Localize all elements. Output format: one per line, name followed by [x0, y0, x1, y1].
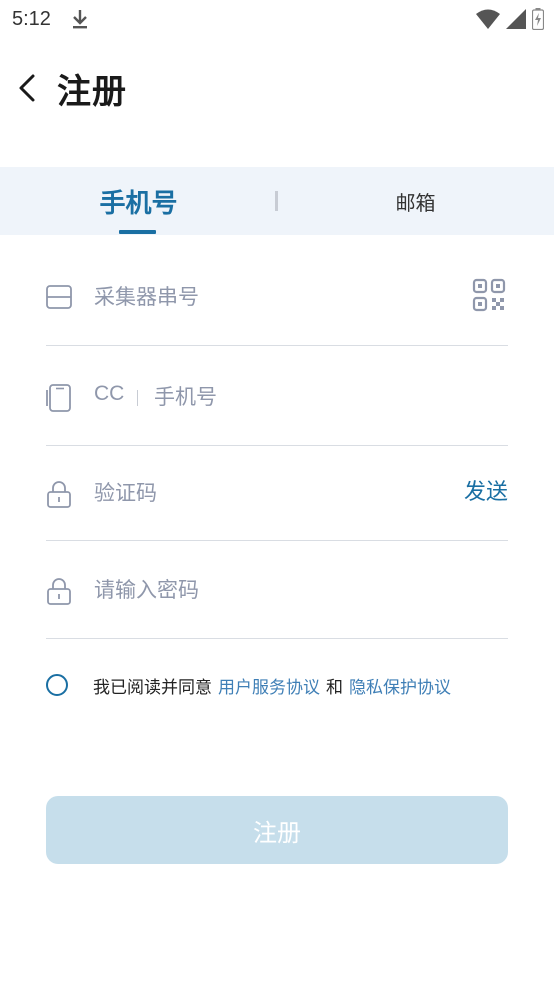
phone-icon [46, 384, 72, 412]
privacy-link[interactable]: 隐私保护协议 [349, 673, 451, 698]
back-arrow-icon [19, 74, 35, 102]
tab-phone[interactable]: 手机号 [0, 167, 277, 235]
back-button[interactable] [10, 70, 44, 106]
tab-email-label: 邮箱 [395, 190, 436, 215]
status-time: 5:12 [12, 8, 51, 30]
phone-input[interactable] [154, 380, 494, 414]
tab-phone-label: 手机号 [99, 188, 178, 219]
code-row: 发送 [46, 446, 508, 541]
serial-input[interactable] [94, 280, 454, 314]
lock-icon [46, 480, 72, 508]
battery-charging-icon [532, 8, 544, 30]
lock-icon [46, 577, 72, 605]
agreement-conjunction: 和 [326, 677, 343, 698]
device-icon [46, 283, 72, 311]
agreement-text: 我已阅读并同意 [93, 677, 212, 698]
password-input[interactable] [94, 573, 474, 607]
page-title: 注册 [57, 72, 127, 112]
country-code-selector[interactable]: CC [94, 382, 124, 406]
verification-code-input[interactable] [94, 476, 394, 510]
agreement: 我已阅读并同意 用户服务协议 和 隐私保护协议 [46, 672, 526, 698]
status-bar: 5:12 [0, 0, 554, 40]
terms-link[interactable]: 用户服务协议 [218, 673, 320, 698]
status-icons [476, 8, 544, 30]
phone-row: CC [46, 346, 508, 446]
tab-active-indicator [119, 230, 156, 234]
tab-bar: 手机号 邮箱 [0, 167, 554, 235]
send-code-button[interactable]: 发送 [464, 474, 508, 506]
serial-row [46, 254, 508, 346]
country-code-divider [137, 390, 138, 406]
register-button[interactable]: 注册 [46, 796, 508, 864]
qr-code-icon[interactable] [472, 278, 506, 312]
download-icon [70, 8, 90, 30]
agree-checkbox[interactable] [46, 674, 68, 696]
signal-icon [506, 9, 526, 29]
wifi-icon [476, 9, 500, 29]
tab-email[interactable]: 邮箱 [277, 167, 554, 235]
password-row [46, 541, 508, 639]
header: 注册 [0, 58, 554, 118]
